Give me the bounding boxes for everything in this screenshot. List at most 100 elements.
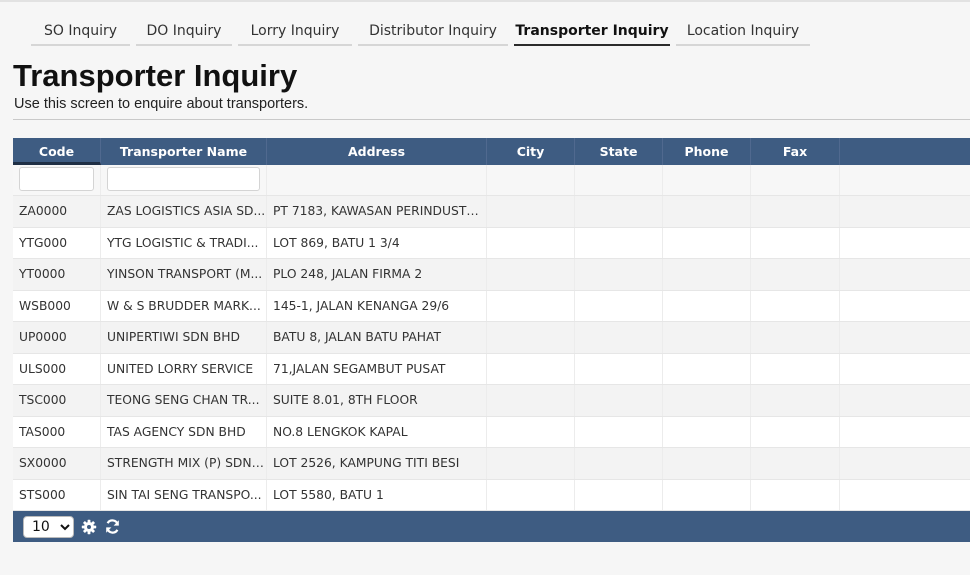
filter-cell-city	[487, 165, 575, 195]
filter-cell-name	[101, 165, 267, 195]
grid-body: ZA0000 ZAS LOGISTICS ASIA SD... PT 7183, K…	[13, 196, 970, 511]
table-row[interactable]: UP0000 UNIPERTIWI SDN BHD BATU 8, JALAN BA…	[13, 322, 970, 354]
cell-code: SX0000	[13, 448, 101, 479]
cell-name: W & S BRUDDER MARK...	[101, 290, 267, 321]
cell-name: UNIPERTIWI SDN BHD	[101, 322, 267, 353]
cell-code: ZA0000	[13, 196, 101, 227]
cell-state	[575, 290, 663, 321]
column-header-state[interactable]: State	[575, 138, 663, 165]
cell-phone	[663, 448, 751, 479]
filter-cell-fax	[751, 165, 840, 195]
page-size-select[interactable]: 10	[23, 515, 74, 538]
cell-state	[575, 385, 663, 416]
table-row[interactable]: ULS000 UNITED LORRY SERVICE 71,JALAN SEGAM…	[13, 353, 970, 385]
cell-filler	[840, 480, 970, 511]
cell-name: SIN TAI SENG TRANSPO...	[101, 479, 267, 510]
cell-phone	[663, 416, 751, 447]
cell-address: PT 7183, KAWASAN PERINDUSTRI...	[267, 196, 487, 227]
cell-name: STRENGTH MIX (P) SDN ...	[101, 448, 267, 479]
cell-fax	[751, 416, 840, 447]
table-row[interactable]: YTG000 YTG LOGISTIC & TRADI... LOT 869, BA…	[13, 227, 970, 259]
refresh-icon[interactable]	[104, 518, 121, 535]
grid-header: Code Transporter Name Address City State…	[13, 138, 970, 165]
filter-cell-address	[267, 165, 487, 195]
column-header-address[interactable]: Address	[267, 138, 487, 165]
column-header-transporter-name[interactable]: Transporter Name	[101, 138, 267, 165]
cell-fax	[751, 385, 840, 416]
filter-cell-filler	[840, 165, 970, 195]
column-header-filler	[840, 138, 970, 165]
tab-transporter-inquiry[interactable]: Transporter Inquiry	[514, 14, 670, 46]
cell-fax	[751, 353, 840, 384]
cell-code: YTG000	[13, 227, 101, 258]
cell-city	[487, 290, 575, 321]
cell-fax	[751, 448, 840, 479]
cell-filler	[840, 322, 970, 353]
cell-phone	[663, 479, 751, 510]
cell-phone	[663, 322, 751, 353]
table-row[interactable]: STS000 SIN TAI SENG TRANSPO... LOT 5580, B…	[13, 479, 970, 511]
cell-city	[487, 448, 575, 479]
cell-city	[487, 479, 575, 510]
cell-address: 145-1, JALAN KENANGA 29/6	[267, 290, 487, 321]
cell-filler	[840, 228, 970, 259]
cell-fax	[751, 227, 840, 258]
tab-do-inquiry[interactable]: DO Inquiry	[136, 14, 232, 46]
column-header-phone[interactable]: Phone	[663, 138, 751, 165]
table-row[interactable]: TAS000 TAS AGENCY SDN BHD NO.8 LENGKOK KAP…	[13, 416, 970, 448]
cell-phone	[663, 353, 751, 384]
tab-distributor-inquiry[interactable]: Distributor Inquiry	[358, 14, 508, 46]
column-header-city[interactable]: City	[487, 138, 575, 165]
cell-code: ULS000	[13, 353, 101, 384]
cell-phone	[663, 259, 751, 290]
transporter-name-filter-input[interactable]	[107, 167, 260, 191]
cell-city	[487, 322, 575, 353]
cell-code: TAS000	[13, 416, 101, 447]
tab-location-inquiry[interactable]: Location Inquiry	[676, 14, 810, 46]
top-border	[0, 0, 970, 2]
tab-so-inquiry[interactable]: SO Inquiry	[31, 14, 130, 46]
table-row[interactable]: ZA0000 ZAS LOGISTICS ASIA SD... PT 7183, K…	[13, 196, 970, 228]
cell-code: STS000	[13, 479, 101, 510]
cell-phone	[663, 385, 751, 416]
cell-filler	[840, 291, 970, 322]
cell-filler	[840, 417, 970, 448]
divider	[13, 119, 970, 120]
cell-city	[487, 353, 575, 384]
cell-name: TEONG SENG CHAN TR...	[101, 385, 267, 416]
cell-address: LOT 869, BATU 1 3/4	[267, 227, 487, 258]
table-row[interactable]: TSC000 TEONG SENG CHAN TR... SUITE 8.01, 8…	[13, 385, 970, 417]
cell-address: PLO 248, JALAN FIRMA 2	[267, 259, 487, 290]
column-header-code[interactable]: Code	[13, 138, 101, 165]
inquiry-tabs: SO Inquiry DO Inquiry Lorry Inquiry Dist…	[31, 14, 816, 46]
cell-address: 71,JALAN SEGAMBUT PUSAT	[267, 353, 487, 384]
code-filter-input[interactable]	[19, 167, 94, 191]
cell-name: TAS AGENCY SDN BHD	[101, 416, 267, 447]
cell-address: BATU 8, JALAN BATU PAHAT	[267, 322, 487, 353]
cell-state	[575, 322, 663, 353]
cell-filler	[840, 196, 970, 227]
cell-fax	[751, 259, 840, 290]
cell-phone	[663, 290, 751, 321]
cell-filler	[840, 354, 970, 385]
gear-icon[interactable]	[81, 519, 97, 535]
table-row[interactable]: SX0000 STRENGTH MIX (P) SDN ... LOT 2526, …	[13, 448, 970, 480]
table-row[interactable]: WSB000 W & S BRUDDER MARK... 145-1, JALAN …	[13, 290, 970, 322]
cell-city	[487, 196, 575, 227]
cell-fax	[751, 290, 840, 321]
cell-city	[487, 259, 575, 290]
cell-filler	[840, 385, 970, 416]
cell-city	[487, 416, 575, 447]
cell-state	[575, 353, 663, 384]
grid-pager: 10	[13, 511, 970, 542]
cell-name: ZAS LOGISTICS ASIA SD...	[101, 196, 267, 227]
cell-fax	[751, 479, 840, 510]
cell-state	[575, 196, 663, 227]
table-row[interactable]: YT0000 YINSON TRANSPORT (M... PLO 248, JAL…	[13, 259, 970, 291]
cell-address: SUITE 8.01, 8TH FLOOR	[267, 385, 487, 416]
cell-city	[487, 385, 575, 416]
column-header-fax[interactable]: Fax	[751, 138, 840, 165]
cell-state	[575, 416, 663, 447]
cell-code: WSB000	[13, 290, 101, 321]
tab-lorry-inquiry[interactable]: Lorry Inquiry	[238, 14, 352, 46]
